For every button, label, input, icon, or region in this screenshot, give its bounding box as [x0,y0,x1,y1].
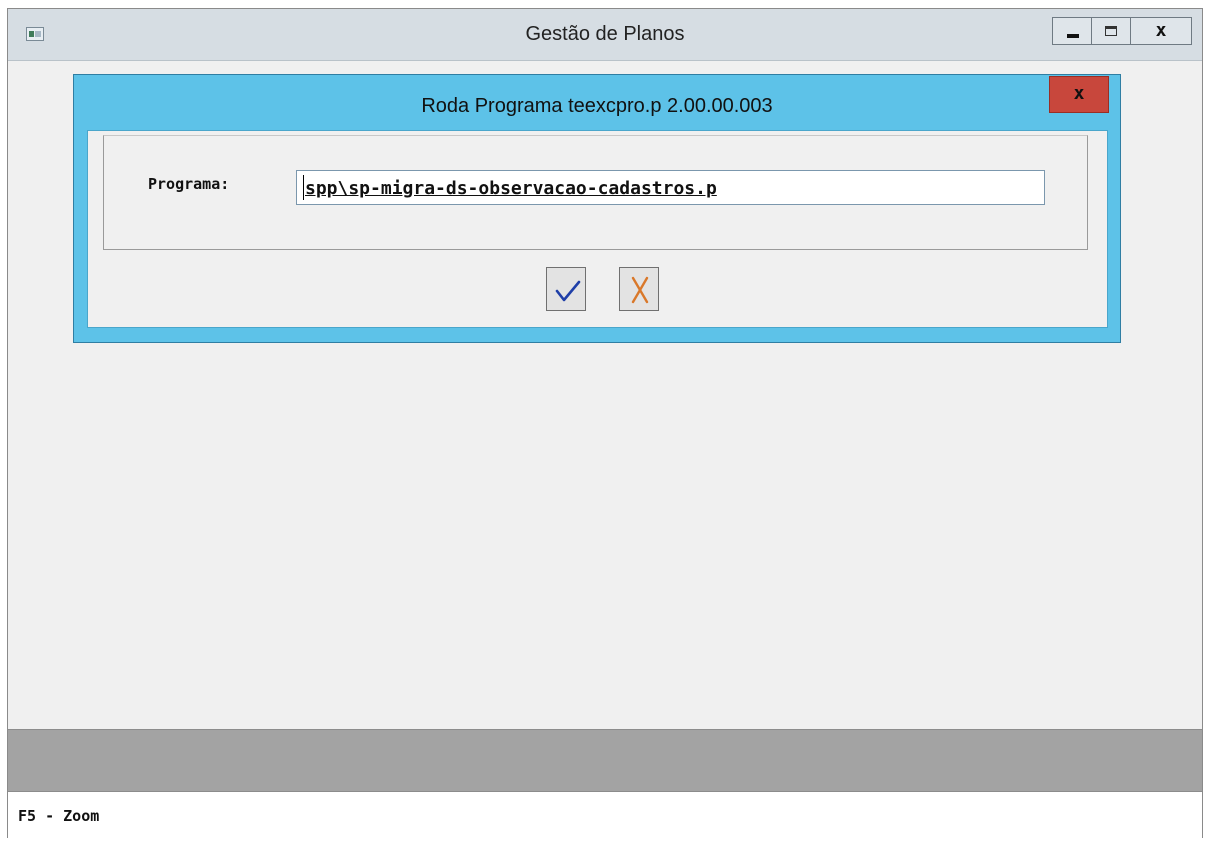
cancel-button[interactable] [619,267,659,311]
dialog-client-area: Programa: spp\sp-migra-ds-observacao-cad… [87,130,1108,328]
dialog-title: Roda Programa teexcpro.p 2.00.00.003 [421,95,773,117]
run-program-dialog: Roda Programa teexcpro.p 2.00.00.003 x P… [73,74,1121,343]
text-caret [303,175,304,200]
status-text: F5 - Zoom [18,807,100,825]
x-cancel-icon [631,276,649,304]
ok-button[interactable] [546,267,586,311]
close-button[interactable]: x [1130,17,1192,45]
program-groupbox: Programa: spp\sp-migra-ds-observacao-cad… [103,135,1088,250]
close-icon: x [1155,20,1167,41]
window-controls: x [1052,17,1192,47]
close-icon: x [1073,83,1085,104]
program-input-value: spp\sp-migra-ds-observacao-cadastros.p [305,178,717,199]
program-input[interactable]: spp\sp-migra-ds-observacao-cadastros.p [296,170,1045,205]
main-titlebar[interactable]: Gestão de Planos x [8,9,1202,61]
checkmark-icon [555,280,581,302]
program-label: Programa: [148,175,230,193]
dialog-close-button[interactable]: x [1049,76,1109,113]
window-title: Gestão de Planos [525,23,685,45]
desktop-background [0,0,1213,8]
maximize-icon [1105,26,1117,36]
main-window: Gestão de Planos x F5 - Zoom Roda Progra… [7,8,1203,839]
minimize-button[interactable] [1052,17,1092,45]
status-bar: F5 - Zoom [8,791,1202,839]
minimize-icon [1067,34,1079,38]
maximize-button[interactable] [1091,17,1131,45]
toolbar-area [8,729,1202,791]
